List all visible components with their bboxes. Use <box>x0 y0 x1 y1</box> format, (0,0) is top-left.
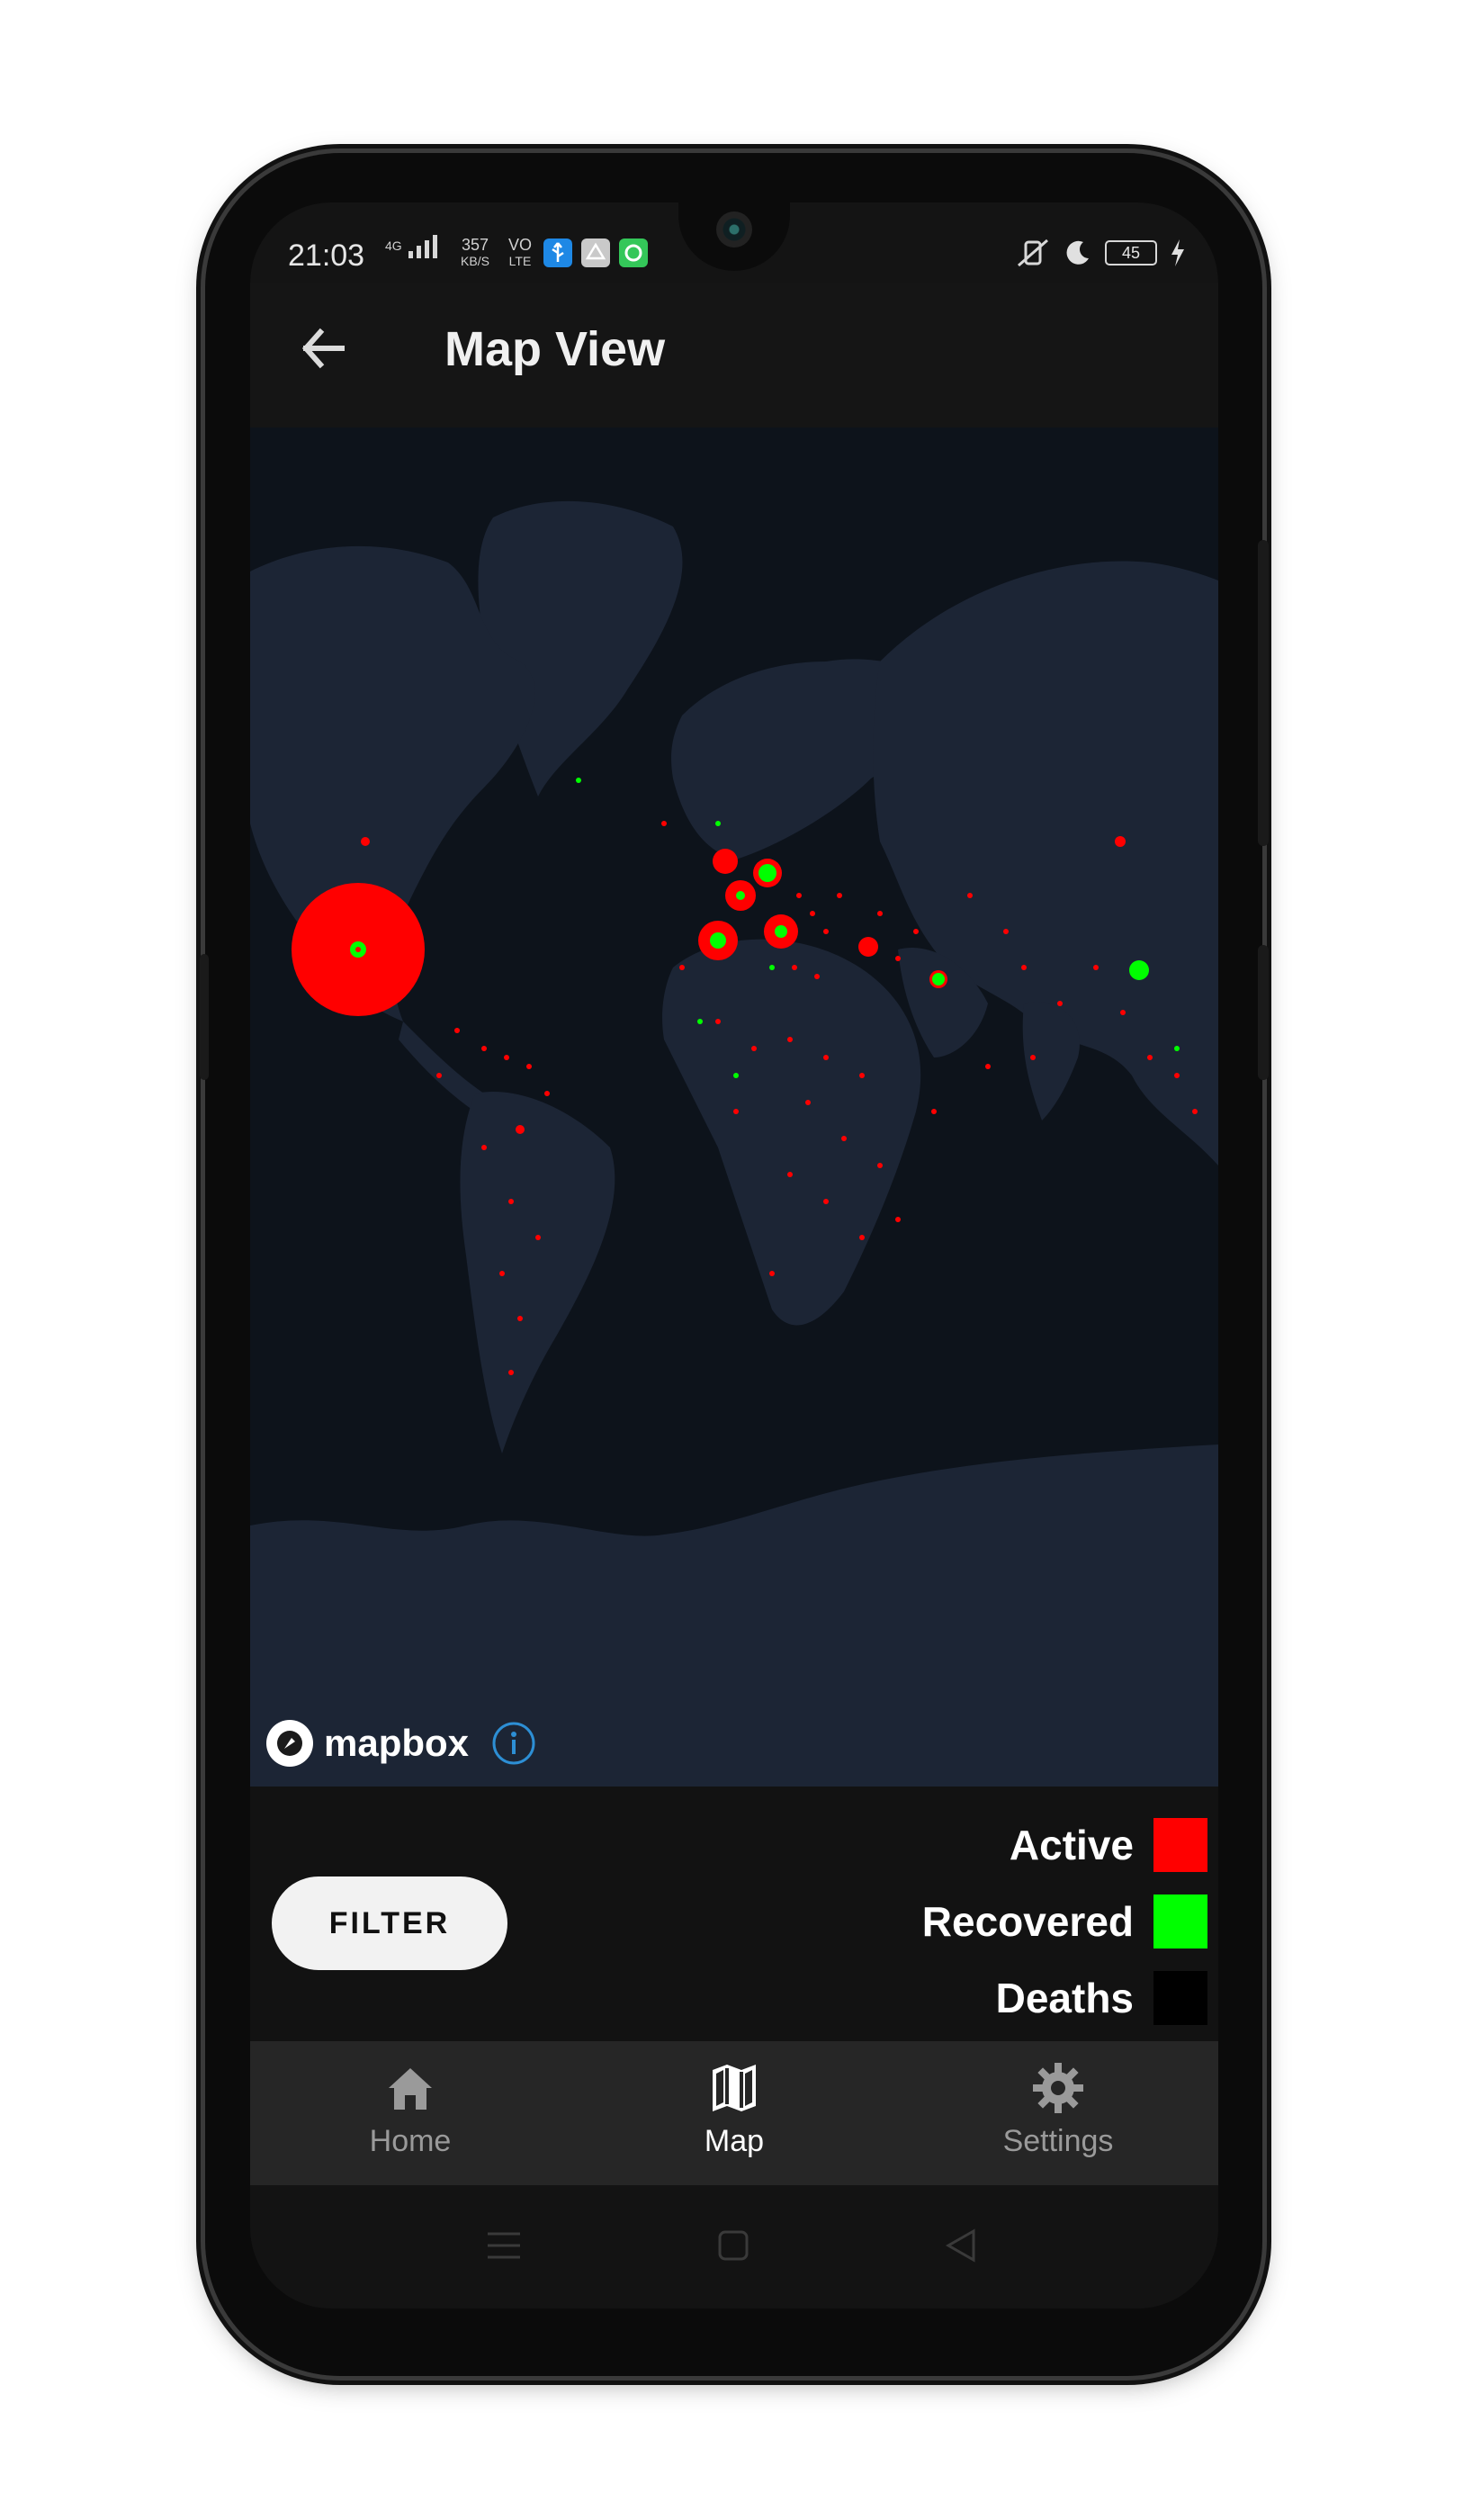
legend-item-recovered: Recovered <box>922 1894 1207 1948</box>
map-icon <box>713 2065 756 2111</box>
net-speed-unit: KB/S <box>461 254 489 268</box>
usb-icon <box>543 238 572 267</box>
legend-swatch-active <box>1153 1818 1207 1872</box>
info-icon[interactable] <box>490 1720 537 1767</box>
legend-item-active: Active <box>1010 1818 1207 1872</box>
net-speed: 357 <box>461 236 489 254</box>
app-bar: Map View <box>250 284 1218 428</box>
app-notification-icon <box>619 238 648 267</box>
marker-china-recovered <box>1129 960 1149 980</box>
phone-screen: 21:03 4G 357 KB/S VO LTE 45 Map View map… <box>250 202 1218 2308</box>
marker-brazil <box>516 1125 525 1134</box>
gear-icon <box>1033 2063 1083 2113</box>
marker-germany-recovered <box>758 864 776 882</box>
nav-item-map[interactable]: Map <box>599 2059 869 2159</box>
back-triangle-icon[interactable] <box>943 2228 979 2264</box>
legend-swatch-deaths <box>1153 1971 1207 2025</box>
lte-label: LTE <box>508 254 532 268</box>
menu-icon[interactable] <box>486 2230 522 2261</box>
marker-iceland <box>661 821 667 826</box>
side-button-left <box>200 954 209 1080</box>
signal-type: 4G <box>385 238 402 253</box>
legend-item-deaths: Deaths <box>996 1971 1207 2025</box>
marker-greenland-recovered <box>576 778 581 783</box>
nav-item-settings[interactable]: Settings <box>923 2059 1193 2159</box>
arrow-left-icon[interactable] <box>295 320 353 377</box>
mapbox-attribution[interactable]: mapbox <box>265 1718 537 1768</box>
nav-label-settings: Settings <box>1002 2124 1114 2158</box>
nav-item-home[interactable]: Home <box>275 2059 545 2159</box>
system-navigation-bar <box>250 2185 1218 2308</box>
status-right-icons: 45 <box>1015 237 1186 269</box>
legend-label-active: Active <box>1009 1822 1134 1868</box>
mapbox-logo-icon <box>266 1720 313 1767</box>
vibrate-off-icon <box>1018 238 1048 267</box>
marker-iran-recovered <box>932 973 945 986</box>
marker-france-recovered <box>736 891 745 900</box>
filter-button[interactable]: FILTER <box>272 1876 507 1970</box>
marker-china-north <box>1115 836 1126 847</box>
volte-label: VO <box>507 236 532 254</box>
legend-label-deaths: Deaths <box>995 1975 1134 2021</box>
power-button <box>1258 540 1269 846</box>
home-icon <box>389 2068 432 2110</box>
mapbox-wordmark: mapbox <box>324 1722 470 1764</box>
legend-label-recovered: Recovered <box>921 1898 1134 1945</box>
marker-turkey-active <box>858 937 878 957</box>
nav-label-home: Home <box>369 2124 452 2158</box>
battery-icon: 45 <box>1105 240 1157 266</box>
marker-canada <box>361 837 370 846</box>
legend-swatch-recovered <box>1153 1894 1207 1948</box>
page-title: Map View <box>444 322 666 376</box>
world-map[interactable]: mapbox <box>250 428 1218 1786</box>
marker-uk-active <box>713 849 738 874</box>
home-square-icon[interactable] <box>717 2229 749 2262</box>
volume-button <box>1258 945 1269 1080</box>
marker-italy-recovered <box>775 925 787 938</box>
battery-level: 45 <box>1121 244 1141 262</box>
status-time: 21:03 <box>288 238 365 273</box>
map-canvas[interactable] <box>250 428 1218 1786</box>
legend-panel: FILTER Active Recovered Deaths <box>250 1786 1218 2041</box>
moon-icon <box>1066 240 1089 265</box>
drive-icon <box>581 238 610 267</box>
marker-usa-core <box>355 947 361 952</box>
front-camera <box>716 212 752 248</box>
signal-icon <box>408 235 437 258</box>
bottom-navigation: Home Map Settings <box>250 2041 1218 2185</box>
nav-label-map: Map <box>704 2124 765 2158</box>
charging-icon <box>1171 239 1184 266</box>
marker-spain-recovered <box>710 932 726 949</box>
